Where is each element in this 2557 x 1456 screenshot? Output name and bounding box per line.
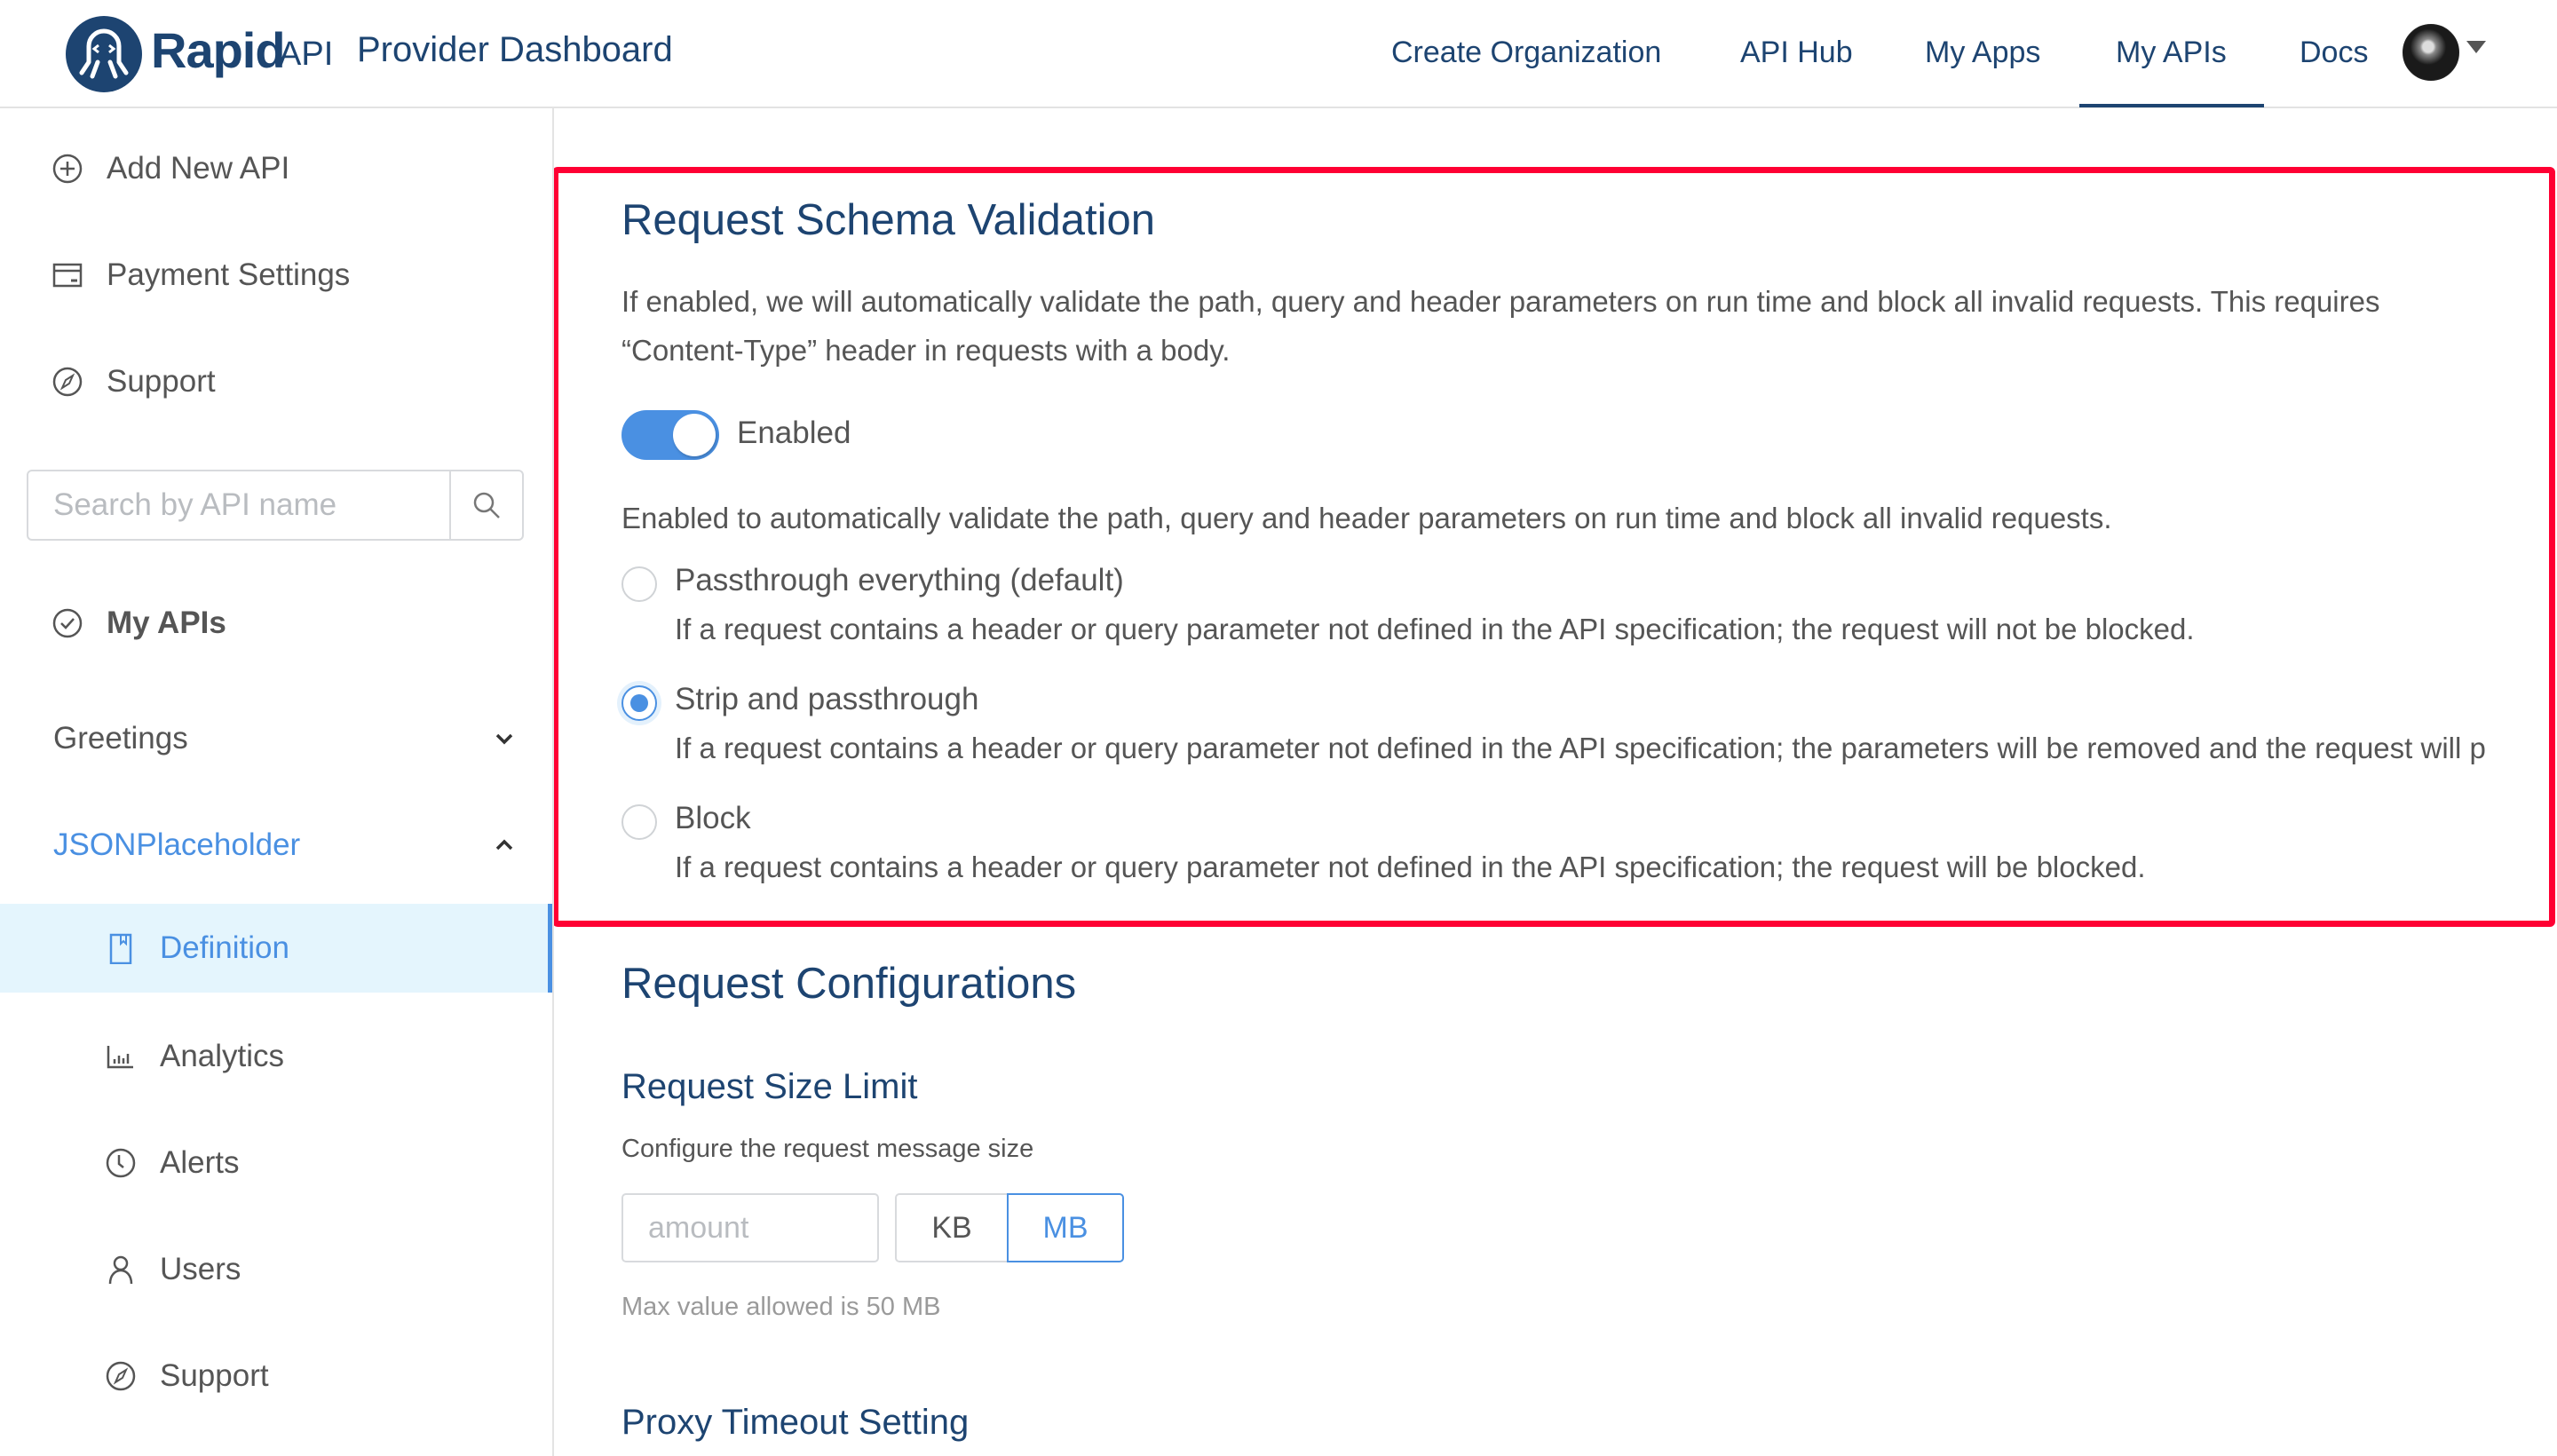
amount-input[interactable]	[621, 1193, 879, 1262]
unit-selector: KB MB	[895, 1193, 1124, 1262]
sidebar-item-label: Add New API	[107, 151, 290, 186]
sidebar-item-label: Alerts	[160, 1145, 240, 1180]
enabled-description: Enabled to automatically validate the pa…	[621, 502, 2112, 534]
sidebar: Add New API Payment Settings Support My …	[0, 108, 554, 1456]
brand-name[interactable]: Rapid	[151, 21, 286, 79]
search-icon	[473, 492, 500, 518]
toggle-label: Enabled	[737, 415, 851, 450]
radio-label-block[interactable]: Block	[675, 801, 751, 836]
sidebar-item-label: Payment Settings	[107, 257, 351, 292]
app-title: Provider Dashboard	[357, 30, 673, 69]
nav-my-apps[interactable]: My Apps	[1925, 36, 2040, 70]
sidebar-item-label: My APIs	[107, 605, 226, 640]
nav-docs[interactable]: Docs	[2300, 36, 2368, 70]
radio-desc-passthrough: If a request contains a header or query …	[675, 613, 2195, 645]
radio-desc-strip: If a request contains a header or query …	[675, 732, 2486, 764]
size-limit-desc: Configure the request message size	[621, 1135, 1034, 1163]
search-button[interactable]	[451, 471, 522, 539]
proxy-timeout-title: Proxy Timeout Setting	[621, 1403, 970, 1442]
schema-validation-toggle[interactable]	[621, 410, 719, 460]
api-search	[27, 470, 524, 541]
sidebar-item-label: Analytics	[160, 1039, 285, 1073]
size-limit-title: Request Size Limit	[621, 1067, 918, 1106]
api-search-input[interactable]	[28, 471, 451, 539]
sidebar-item-label: Definition	[160, 930, 289, 965]
book-icon	[105, 932, 137, 964]
sidebar-item-alerts[interactable]: Alerts	[0, 1128, 552, 1199]
api-name: Greetings	[53, 721, 188, 756]
sidebar-item-definition[interactable]: Definition	[0, 904, 552, 993]
sidebar-api-greetings[interactable]: Greetings	[0, 703, 552, 774]
bar-chart-icon	[105, 1041, 137, 1072]
sidebar-item-analytics[interactable]: Analytics	[0, 1021, 552, 1092]
radio-block[interactable]	[621, 804, 657, 840]
schema-validation-desc-1: If enabled, we will automatically valida…	[621, 285, 2380, 318]
compass-icon	[105, 1360, 137, 1392]
top-header: Rapid API Provider Dashboard Create Orga…	[0, 0, 2557, 108]
clock-icon	[105, 1147, 137, 1179]
radio-label-passthrough[interactable]: Passthrough everything (default)	[675, 563, 1124, 598]
radio-label-strip[interactable]: Strip and passthrough	[675, 682, 978, 717]
sidebar-item-add-new-api[interactable]: Add New API	[0, 133, 552, 204]
radio-desc-block: If a request contains a header or query …	[675, 851, 2146, 883]
sidebar-item-api-support[interactable]: Support	[0, 1341, 552, 1412]
request-config-title: Request Configurations	[621, 960, 1077, 1008]
chevron-up-icon[interactable]	[492, 833, 517, 858]
nav-create-organization[interactable]: Create Organization	[1391, 36, 1661, 70]
radio-passthrough[interactable]	[621, 566, 657, 602]
user-icon	[105, 1254, 137, 1286]
sidebar-item-users[interactable]: Users	[0, 1234, 552, 1305]
active-nav-indicator	[2079, 104, 2264, 107]
credit-card-icon	[51, 259, 83, 291]
rapidapi-logo-icon[interactable]	[66, 16, 142, 92]
schema-validation-title: Request Schema Validation	[621, 196, 1156, 244]
caret-down-icon[interactable]	[2466, 41, 2486, 53]
user-avatar[interactable]	[2403, 24, 2459, 81]
sidebar-item-support[interactable]: Support	[0, 346, 552, 417]
api-name: JSONPlaceholder	[53, 827, 301, 862]
sidebar-item-label: Support	[160, 1358, 269, 1393]
sidebar-item-payment-settings[interactable]: Payment Settings	[0, 240, 552, 311]
unit-mb-button[interactable]: MB	[1007, 1193, 1124, 1262]
radio-strip-and-passthrough[interactable]	[621, 685, 657, 721]
toggle-knob	[673, 414, 716, 456]
main-content: Request Schema Validation If enabled, we…	[554, 108, 2557, 1456]
plus-circle-icon	[51, 153, 83, 185]
unit-kb-button[interactable]: KB	[895, 1193, 1007, 1262]
nav-api-hub[interactable]: API Hub	[1740, 36, 1853, 70]
nav-my-apis[interactable]: My APIs	[2116, 36, 2227, 70]
size-limit-hint: Max value allowed is 50 MB	[621, 1293, 941, 1321]
sidebar-item-my-apis[interactable]: My APIs	[0, 588, 552, 659]
chevron-down-icon[interactable]	[492, 726, 517, 751]
brand-suffix: API	[279, 36, 334, 73]
sidebar-item-label: Users	[160, 1252, 241, 1286]
compass-icon	[51, 366, 83, 398]
schema-validation-desc-2: “Content-Type” header in requests with a…	[621, 334, 1231, 367]
sidebar-api-jsonplaceholder[interactable]: JSONPlaceholder	[0, 810, 552, 881]
sidebar-item-label: Support	[107, 364, 216, 399]
check-circle-icon	[51, 607, 83, 639]
